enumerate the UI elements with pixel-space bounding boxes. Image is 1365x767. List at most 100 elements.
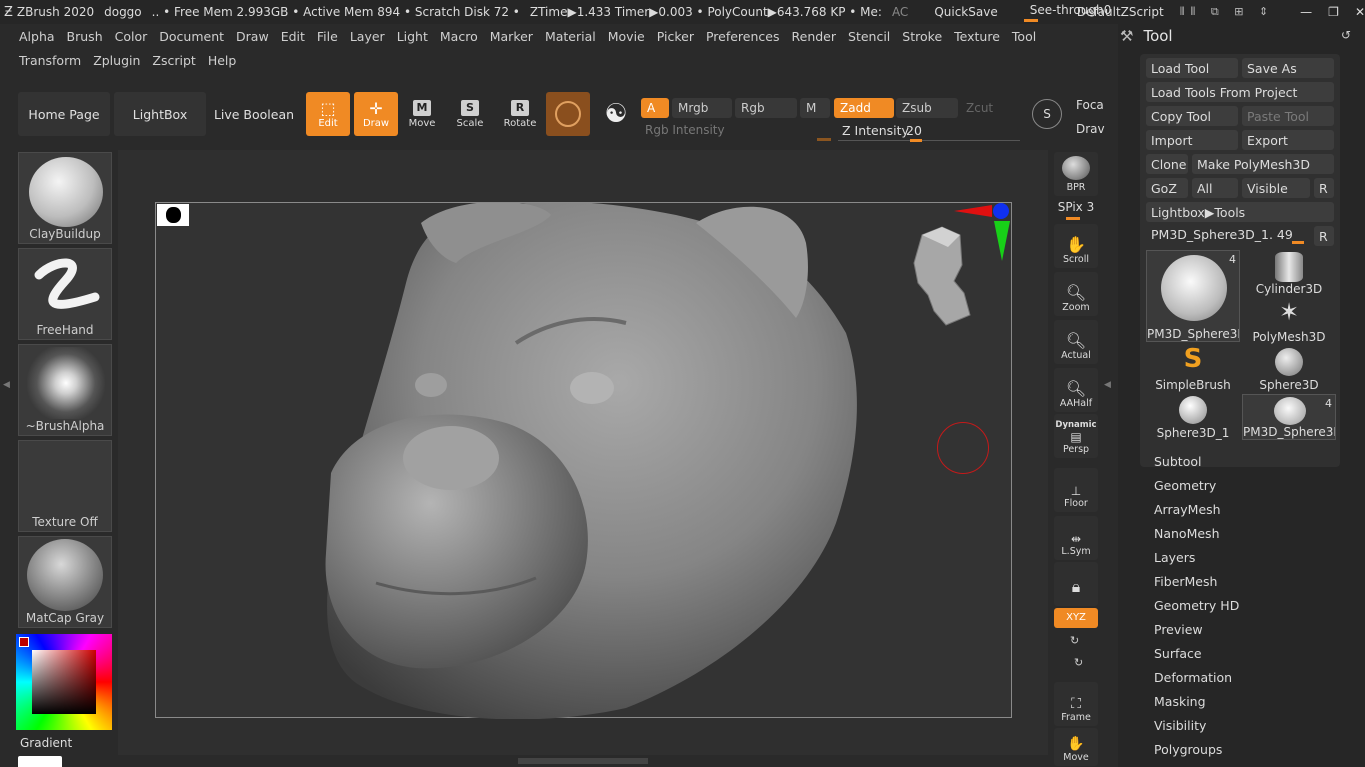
texture-selector[interactable]: Texture Off [18,440,112,532]
tool-thumb-cylinder3d[interactable]: Cylinder3D [1242,250,1336,296]
menu-help[interactable]: Help [202,53,243,68]
goz-r-button[interactable]: R [1314,178,1334,198]
minimize-icon[interactable]: — [1300,5,1312,19]
tool-thumb-simplebrush[interactable]: S SimpleBrush [1146,344,1240,392]
paste-tool-button[interactable]: Paste Tool [1242,106,1334,126]
subpalette-visibility[interactable]: Visibility [1154,718,1206,733]
bpr-button[interactable]: BPR [1054,152,1098,196]
lsym-button[interactable]: ⇹ L.Sym [1054,516,1098,560]
subpalette-preview[interactable]: Preview [1154,622,1203,637]
menu-tool[interactable]: Tool [1006,29,1042,44]
menu-movie[interactable]: Movie [602,29,651,44]
rotate-y-icon[interactable]: ↻ [1070,634,1079,647]
menu-picker[interactable]: Picker [651,29,700,44]
tool-thumb-pm3d-sphere3d[interactable]: 4 PM3D_Sphere3D [1146,250,1240,342]
home-page-button[interactable]: Home Page [18,92,110,136]
draw-button[interactable]: ✛ Draw [354,92,398,136]
make-polymesh3d-button[interactable]: Make PolyMesh3D [1192,154,1334,174]
menu-zplugin[interactable]: Zplugin [87,53,146,68]
spix-slider[interactable]: SPix 3 [1054,200,1098,220]
subpalette-arraymesh[interactable]: ArrayMesh [1154,502,1221,517]
primary-color-chip[interactable] [18,756,62,767]
left-collapse-arrow-icon[interactable]: ◀ [3,380,10,410]
right-collapse-arrow-icon[interactable]: ◀ [1104,380,1111,410]
menu-color[interactable]: Color [109,29,154,44]
tool-thumb-sphere3d-1[interactable]: Sphere3D_1 [1146,394,1240,440]
load-tools-from-project-button[interactable]: Load Tools From Project [1146,82,1334,102]
restore-icon[interactable]: ❐ [1328,5,1339,19]
bottom-scroll-handle-icon[interactable] [518,758,648,764]
menu-document[interactable]: Document [153,29,230,44]
lightbox-tools-button[interactable]: Lightbox▶Tools [1146,202,1334,222]
load-tool-button[interactable]: Load Tool [1146,58,1238,78]
menu-zscript[interactable]: Zscript [146,53,201,68]
rgb-intensity-slider[interactable]: Rgb Intensity [641,122,831,142]
lightbox-button[interactable]: LightBox [114,92,206,136]
actual-button[interactable]: 🔍︎ Actual [1054,320,1098,364]
color-picker[interactable] [16,634,112,730]
gradient-label[interactable]: Gradient [20,736,72,750]
material-swatch-button[interactable] [546,92,590,136]
subpalette-nanomesh[interactable]: NanoMesh [1154,526,1220,541]
persp-button[interactable]: Dynamic ▤ Persp [1054,414,1098,458]
current-tool-slider[interactable]: PM3D_Sphere3D_1. 49 [1146,225,1312,245]
menu-layer[interactable]: Layer [344,29,391,44]
a-button[interactable]: A [641,98,669,118]
rgb-button[interactable]: Rgb [735,98,797,118]
copy-tool-button[interactable]: Copy Tool [1146,106,1238,126]
menu-texture[interactable]: Texture [948,29,1006,44]
brush-selector[interactable]: ClayBuildup [18,152,112,244]
alpha-selector[interactable]: ~BrushAlpha [18,344,112,436]
subpalette-surface[interactable]: Surface [1154,646,1202,661]
menu-macro[interactable]: Macro [434,29,484,44]
tool-thumb-polymesh3d[interactable]: ✶ PolyMesh3D [1242,298,1336,344]
subpalette-fibermesh[interactable]: FiberMesh [1154,574,1217,589]
subpalette-geometry-hd[interactable]: Geometry HD [1154,598,1239,613]
close-icon[interactable]: ✕ [1355,5,1365,19]
layout-icons[interactable]: ⦀⦀ ⧉ ⊞ ⇕ [1180,5,1274,19]
menu-file[interactable]: File [311,29,344,44]
subpalette-polygroups[interactable]: Polygroups [1154,742,1222,757]
tool-thumb-sphere3d[interactable]: Sphere3D [1242,346,1336,392]
axis-gizmo[interactable] [954,201,1014,265]
zsub-button[interactable]: Zsub [896,98,958,118]
m-button[interactable]: M [800,98,830,118]
zoom-button[interactable]: 🔍︎ Zoom [1054,272,1098,316]
edit-button[interactable]: ⬚ Edit [306,92,350,136]
subpalette-deformation[interactable]: Deformation [1154,670,1232,685]
color-swatch[interactable] [19,637,29,647]
rotate-z-icon[interactable]: ↻ [1074,656,1083,669]
menu-material[interactable]: Material [539,29,602,44]
subpalette-masking[interactable]: Masking [1154,694,1206,709]
aahalf-button[interactable]: 🔍︎ AAHalf [1054,368,1098,412]
menu-alpha[interactable]: Alpha [0,29,61,44]
move-view-button[interactable]: ✋ Move [1054,728,1098,766]
menu-stencil[interactable]: Stencil [842,29,896,44]
menu-brush[interactable]: Brush [61,29,109,44]
color-square[interactable] [32,650,96,714]
move-button[interactable]: M Move [401,92,443,136]
current-tool-r-button[interactable]: R [1314,226,1334,246]
menu-light[interactable]: Light [391,29,434,44]
menu-marker[interactable]: Marker [484,29,539,44]
zcut-button[interactable]: Zcut [960,98,1022,118]
goz-all-button[interactable]: All [1192,178,1238,198]
tool-thumb-pm3d-sphere3d-2[interactable]: 4 PM3D_Sphere3D [1242,394,1336,440]
scroll-button[interactable]: ✋ Scroll [1054,224,1098,268]
frame-button[interactable]: ⛶ Frame [1054,682,1098,726]
zadd-button[interactable]: Zadd [834,98,894,118]
save-as-button[interactable]: Save As [1242,58,1334,78]
sdiv-button[interactable]: S [1026,92,1068,136]
subpalette-geometry[interactable]: Geometry [1154,478,1216,493]
rotate-button[interactable]: R Rotate [499,92,541,136]
menu-render[interactable]: Render [786,29,843,44]
subpalette-layers[interactable]: Layers [1154,550,1195,565]
import-button[interactable]: Import [1146,130,1238,150]
see-through-slider[interactable]: See-through 0 [1023,1,1111,23]
refresh-icon[interactable]: ↺ [1341,28,1351,42]
menu-edit[interactable]: Edit [275,29,311,44]
texture-swatch-button[interactable]: ☯ [594,92,638,136]
clone-button[interactable]: Clone [1146,154,1188,174]
material-selector[interactable]: MatCap Gray [18,536,112,628]
menu-stroke[interactable]: Stroke [896,29,948,44]
